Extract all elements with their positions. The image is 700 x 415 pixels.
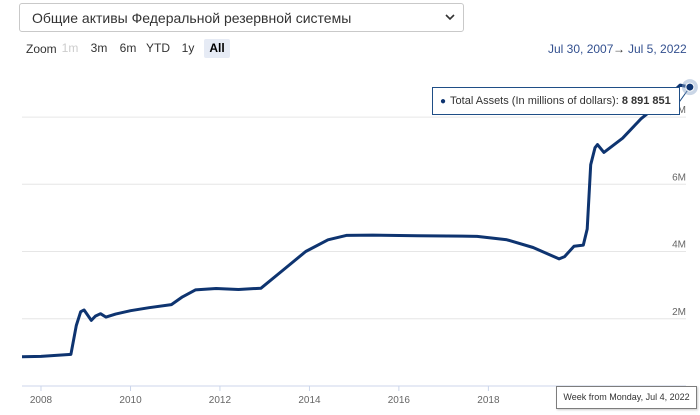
series-line-total-assets <box>21 83 691 359</box>
tooltip-series-label: Total Assets (In millions of dollars): <box>450 95 619 107</box>
series-marker-icon: ● <box>440 96 447 107</box>
hover-point <box>685 82 695 92</box>
date-tooltip: Week from Monday, Jul 4, 2022 <box>556 386 697 409</box>
x-tick-label: 2008 <box>30 395 53 406</box>
y-tick-label: 2M <box>672 307 686 318</box>
x-tick-label: 2014 <box>298 395 321 406</box>
grid-lines <box>22 116 686 387</box>
x-tick-label: 2010 <box>119 395 142 406</box>
y-axis-ticks: 2M4M6M8M <box>672 105 686 318</box>
x-tick-label: 2012 <box>209 395 232 406</box>
x-tick-label: 2016 <box>388 395 411 406</box>
y-tick-label: 6M <box>672 172 686 183</box>
y-tick-label: 4M <box>672 240 686 251</box>
x-tick-label: 2018 <box>477 395 500 406</box>
tooltip-value: 8 891 851 <box>621 95 671 107</box>
chart: 2M4M6M8M 2008201020122014201620182020202… <box>21 79 698 406</box>
tooltip: ● Total Assets (In millions of dollars): … <box>432 87 680 115</box>
